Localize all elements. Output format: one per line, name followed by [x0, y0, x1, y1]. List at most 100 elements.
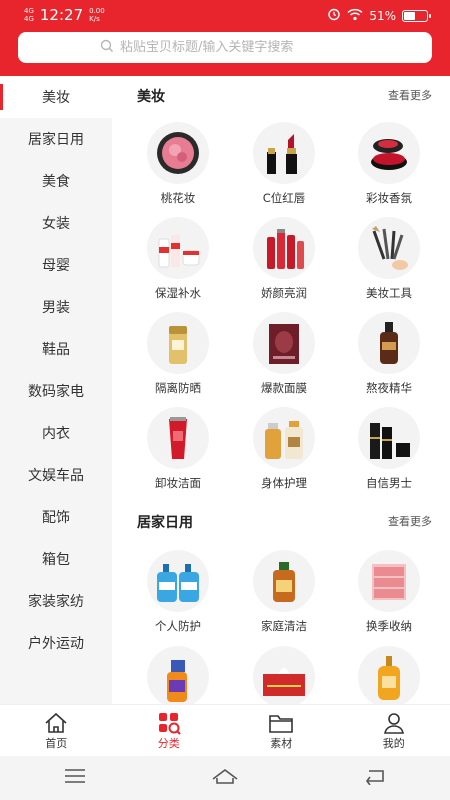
category-item[interactable]: 彩妆香氛	[344, 122, 434, 206]
item-label: 保湿补水	[155, 286, 201, 300]
category-item[interactable]: C位红唇	[239, 122, 329, 206]
tab-mine[interactable]: 我的	[338, 705, 450, 756]
category-item[interactable]: 熬夜精华	[344, 312, 434, 396]
item-label: C位红唇	[262, 191, 306, 205]
category-content: 美妆 查看更多 桃花妆 C位红唇 彩妆香氛 保湿补水 娇颜亮润 美妆工具 隔离防…	[112, 76, 450, 704]
sidebar-item-beauty[interactable]: 美妆	[0, 76, 112, 118]
item-label: 身体护理	[261, 476, 307, 490]
status-bar: 4G 4G 12:27 0.00 K/s 51%	[0, 0, 450, 30]
sidebar-item-bags[interactable]: 箱包	[0, 538, 112, 580]
item-label: 彩妆香氛	[366, 191, 412, 205]
item-label: 隔离防晒	[155, 381, 201, 395]
category-item[interactable]: 自信男士	[344, 407, 434, 491]
carrier-indicator: 4G 4G	[24, 7, 34, 23]
search-bar[interactable]	[18, 32, 432, 63]
view-more-link[interactable]: 查看更多	[388, 513, 432, 529]
item-label: 爆款面膜	[261, 381, 307, 395]
item-label: 美妆工具	[366, 286, 412, 300]
section-title: 居家日用	[137, 515, 193, 531]
sidebar-item-underwear[interactable]: 内衣	[0, 412, 112, 454]
disinfectant-bottle-icon	[253, 550, 315, 612]
item-label: 娇颜亮润	[261, 286, 307, 300]
sunscreen-bottle-icon	[147, 312, 209, 374]
tissue-box-icon	[253, 646, 315, 704]
sidebar-item-accessories[interactable]: 配饰	[0, 496, 112, 538]
sidebar-item-food[interactable]: 美食	[0, 160, 112, 202]
category-item[interactable]: 爆款面膜	[239, 312, 329, 396]
network-speed-value: 0.00	[89, 7, 105, 15]
view-more-link[interactable]: 查看更多	[388, 87, 432, 103]
item-label: 卸妆洁面	[155, 476, 201, 490]
category-item[interactable]: 桃花妆	[133, 122, 223, 206]
home-button[interactable]	[205, 763, 245, 793]
tab-material[interactable]: 素材	[225, 705, 338, 756]
category-item[interactable]: 娇颜亮润	[239, 217, 329, 301]
sidebar-item-entertainment[interactable]: 文娱车品	[0, 454, 112, 496]
face-mask-icon	[253, 312, 315, 374]
red-serum-bottles-icon	[253, 217, 315, 279]
sidebar-item-digital[interactable]: 数码家电	[0, 370, 112, 412]
sidebar-item-baby[interactable]: 母婴	[0, 244, 112, 286]
app-header: 4G 4G 12:27 0.00 K/s 51%	[0, 0, 450, 76]
sidebar-item-outdoor[interactable]: 户外运动	[0, 622, 112, 664]
tab-home[interactable]: 首页	[0, 705, 113, 756]
category-item[interactable]: 隔离防晒	[133, 312, 223, 396]
category-icon	[155, 711, 183, 735]
menu-icon	[63, 768, 87, 788]
tab-category[interactable]: 分类	[113, 705, 226, 756]
skincare-bottles-icon	[147, 217, 209, 279]
sidebar-item-shoes[interactable]: 鞋品	[0, 328, 112, 370]
category-item[interactable]: 美妆工具	[344, 217, 434, 301]
network-speed-unit: K/s	[89, 15, 100, 23]
category-item[interactable]: 保湿补水	[133, 217, 223, 301]
item-label: 桃花妆	[160, 191, 196, 205]
sidebar-item-home[interactable]: 居家日用	[0, 118, 112, 160]
lipstick-icon	[253, 122, 315, 184]
home-icon	[42, 711, 70, 735]
wifi-icon	[347, 8, 363, 24]
item-label: 熬夜精华	[366, 381, 412, 395]
category-item[interactable]: 身体护理	[239, 407, 329, 491]
serum-dropper-icon	[358, 312, 420, 374]
menu-button[interactable]	[55, 763, 95, 793]
bottom-nav: 首页 分类 素材 我的	[0, 704, 450, 756]
tab-label: 首页	[45, 736, 68, 750]
back-button[interactable]	[355, 763, 395, 793]
category-item[interactable]	[344, 646, 434, 704]
shampoo-bottle-icon	[358, 646, 420, 704]
system-home-icon	[210, 767, 240, 789]
storage-drawers-icon	[358, 550, 420, 612]
sidebar-item-mens[interactable]: 男装	[0, 286, 112, 328]
section-title: 美妆	[137, 89, 165, 105]
cleanser-tube-icon	[147, 407, 209, 469]
tab-label: 分类	[157, 736, 180, 750]
category-item[interactable]: 个人防护	[133, 550, 223, 634]
hand-soap-icon	[147, 550, 209, 612]
user-icon	[380, 711, 408, 735]
item-label: 换季收纳	[366, 619, 412, 633]
search-input[interactable]	[120, 40, 350, 55]
sidebar-item-furnishing[interactable]: 家装家纺	[0, 580, 112, 622]
category-item[interactable]: 家庭清洁	[239, 550, 329, 634]
network-speed: 0.00 K/s	[89, 7, 105, 23]
makeup-brushes-icon	[358, 217, 420, 279]
spray-cleaner-icon	[147, 646, 209, 704]
item-label: 自信男士	[366, 476, 412, 490]
battery-icon	[402, 9, 431, 22]
tab-label: 素材	[270, 736, 293, 750]
item-label: 家庭清洁	[261, 619, 307, 633]
clock: 12:27	[39, 6, 84, 24]
section-header-beauty: 美妆 查看更多	[112, 86, 450, 110]
back-icon	[363, 767, 387, 789]
category-item[interactable]	[133, 646, 223, 704]
category-item[interactable]: 卸妆洁面	[133, 407, 223, 491]
battery-percent: 51%	[369, 8, 396, 23]
section-header-home: 居家日用 查看更多	[112, 512, 450, 536]
category-sidebar: 美妆 居家日用 美食 女装 母婴 男装 鞋品 数码家电 内衣 文娱车品 配饰 箱…	[0, 76, 112, 704]
carrier-2: 4G	[24, 15, 34, 23]
category-item[interactable]	[239, 646, 329, 704]
category-item[interactable]: 换季收纳	[344, 550, 434, 634]
folder-icon	[267, 711, 295, 735]
mens-skincare-icon	[358, 407, 420, 469]
sidebar-item-womens[interactable]: 女装	[0, 202, 112, 244]
